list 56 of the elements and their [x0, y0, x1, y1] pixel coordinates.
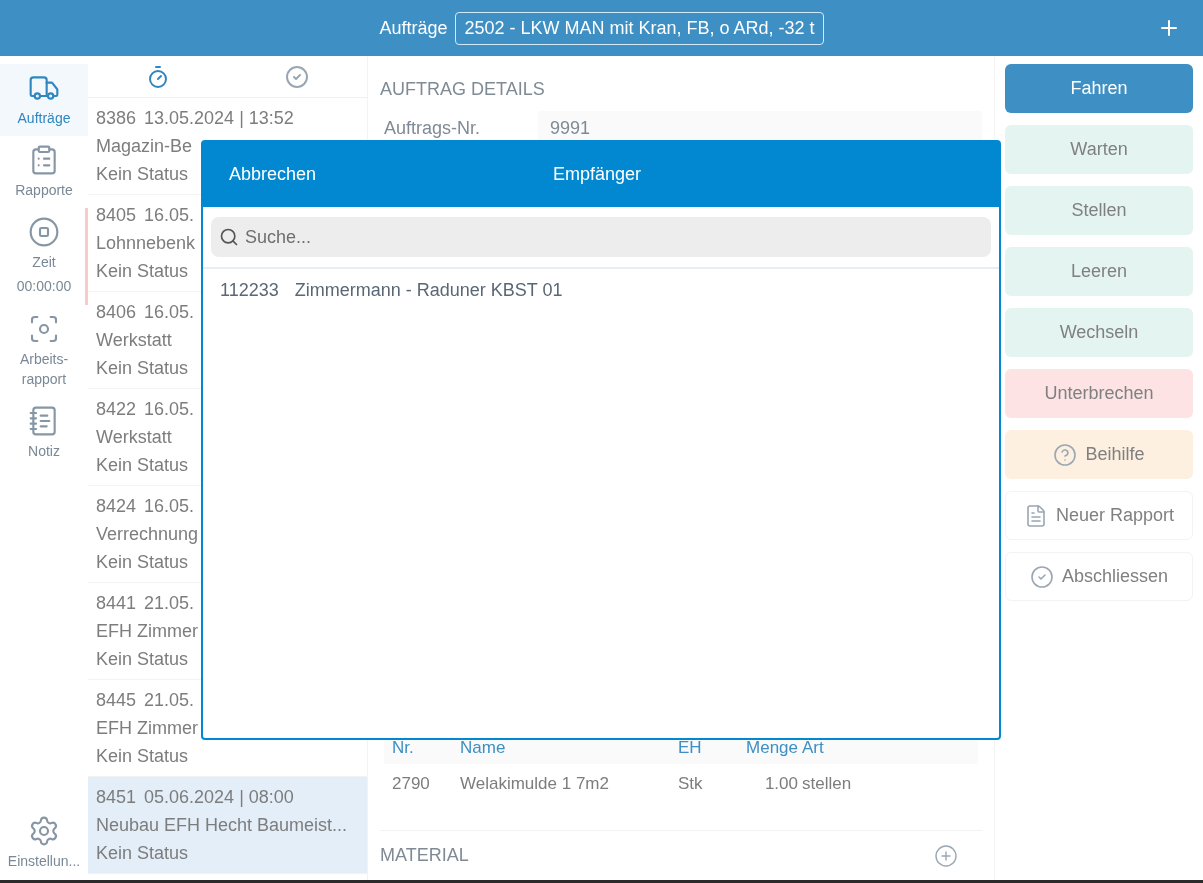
table-cell-text: Stk	[678, 773, 704, 796]
nav-label: Arbeits- rapport	[19, 350, 69, 389]
order-date: 21.05.	[144, 592, 195, 615]
section-heading: MATERIAL	[380, 844, 469, 867]
nav-label: Aufträge	[17, 109, 71, 128]
order-number: 8441	[96, 592, 137, 615]
column-header: Nr.	[392, 737, 415, 760]
table-cell-text: 1.00	[763, 773, 798, 796]
column-header: Menge	[745, 737, 798, 760]
column-header: Name	[460, 737, 507, 760]
order-number: 8445	[96, 689, 137, 712]
order-status: Kein Status	[96, 455, 189, 475]
order-date: 16.05.	[144, 398, 195, 421]
nav-label: Einstellun...	[7, 852, 81, 871]
order-status: Kein Status	[96, 552, 189, 572]
recipient-number: 112233	[220, 279, 279, 302]
nav-label: Notiz	[28, 442, 60, 461]
order-date: 13.05.2024 | 13:52	[144, 107, 294, 130]
order-number: 8386	[96, 107, 137, 130]
order-status: Kein Status	[96, 843, 189, 863]
order-title: Magazin-Be	[96, 136, 193, 156]
table-cell-text: Welakimulde 1 7m2	[460, 773, 610, 796]
order-status: Kein Status	[96, 649, 189, 669]
section-heading: AUFTRAG DETAILS	[380, 79, 545, 99]
order-number: 8406	[96, 301, 137, 324]
page-title: Aufträge	[379, 16, 448, 40]
order-status: Kein Status	[96, 358, 189, 378]
order-title: EFH Zimmer	[96, 621, 198, 641]
table-cell-text: 2790	[392, 773, 431, 796]
timer-text: 00:00:00	[16, 277, 72, 296]
dialog-title: Empfänger	[553, 163, 642, 186]
order-title: Werkstatt	[96, 427, 172, 447]
order-title: Verrechnung	[96, 524, 199, 544]
order-status: Kein Status	[96, 746, 189, 766]
order-date: 05.06.2024 | 08:00	[144, 786, 294, 809]
recipient-name: Zimmermann - Raduner KBST 01	[294, 279, 563, 302]
field-label: Auftrags-Nr.	[383, 117, 482, 140]
order-title: EFH Zimmer	[96, 718, 198, 738]
order-number: 8451	[96, 786, 137, 809]
order-date: 21.05.	[144, 689, 195, 712]
nav-label: Zeit	[32, 253, 56, 272]
order-number: 8424	[96, 495, 137, 518]
column-header: EH	[678, 737, 703, 760]
table-cell-text: stellen	[802, 773, 853, 796]
order-title: Lohnnebenk	[96, 233, 196, 253]
nav-label: Rapporte	[15, 181, 73, 200]
order-title: Werkstatt	[96, 330, 172, 350]
order-status: Kein Status	[96, 164, 189, 184]
order-status: Kein Status	[96, 261, 189, 281]
order-number: 8405	[96, 204, 137, 227]
column-header: Art	[802, 737, 825, 760]
order-date: 16.05.	[144, 204, 195, 227]
order-date: 16.05.	[144, 301, 195, 324]
order-date: 16.05.	[144, 495, 195, 518]
order-title: Neubau EFH Hecht Baumeist...	[96, 815, 348, 835]
order-number: 8422	[96, 398, 137, 421]
